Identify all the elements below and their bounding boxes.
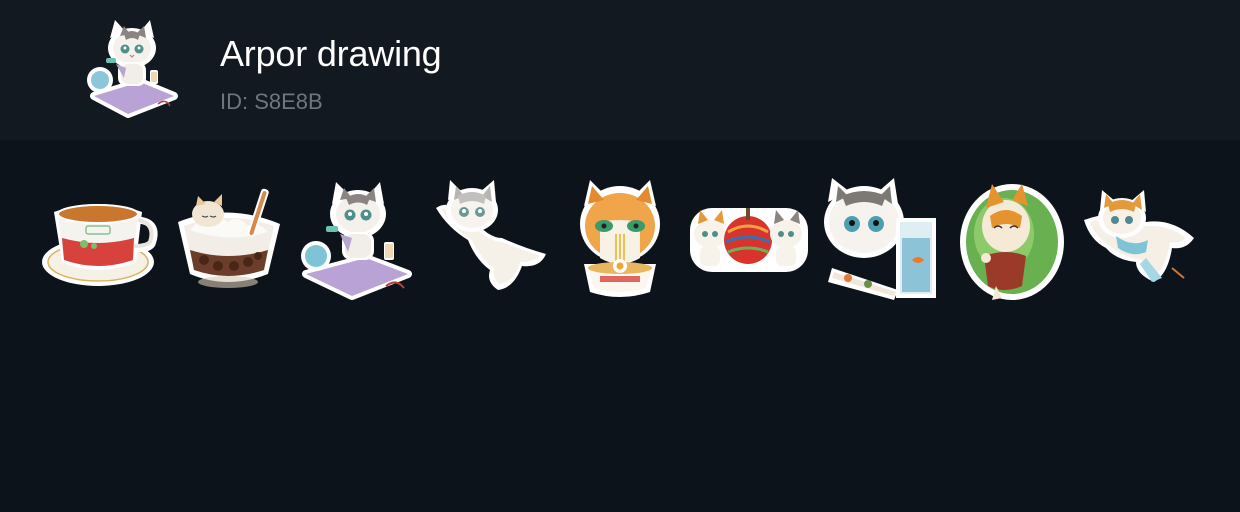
sticker-cats-apple-icon[interactable] <box>686 178 812 304</box>
sticker-cat-yoga-icon[interactable] <box>296 178 422 304</box>
sticker-grid <box>0 140 1240 512</box>
pack-header: Arpor drawing ID: S8E8B <box>0 0 1240 140</box>
sticker-tea-cup-icon[interactable] <box>38 178 164 304</box>
sticker-cat-jumping-icon[interactable] <box>428 178 554 304</box>
pack-title: Arpor drawing <box>220 33 442 74</box>
sticker-cat-pudding-icon[interactable] <box>168 178 294 304</box>
pack-thumbnail-icon[interactable] <box>80 18 180 118</box>
sticker-cat-lettuce-icon[interactable] <box>956 178 1082 304</box>
sticker-cat-scarf-icon[interactable] <box>1076 178 1202 304</box>
sticker-cat-fishbowl-icon[interactable] <box>818 178 944 304</box>
pack-id: ID: S8E8B <box>220 89 323 114</box>
sticker-cat-ramen-icon[interactable] <box>556 178 682 304</box>
